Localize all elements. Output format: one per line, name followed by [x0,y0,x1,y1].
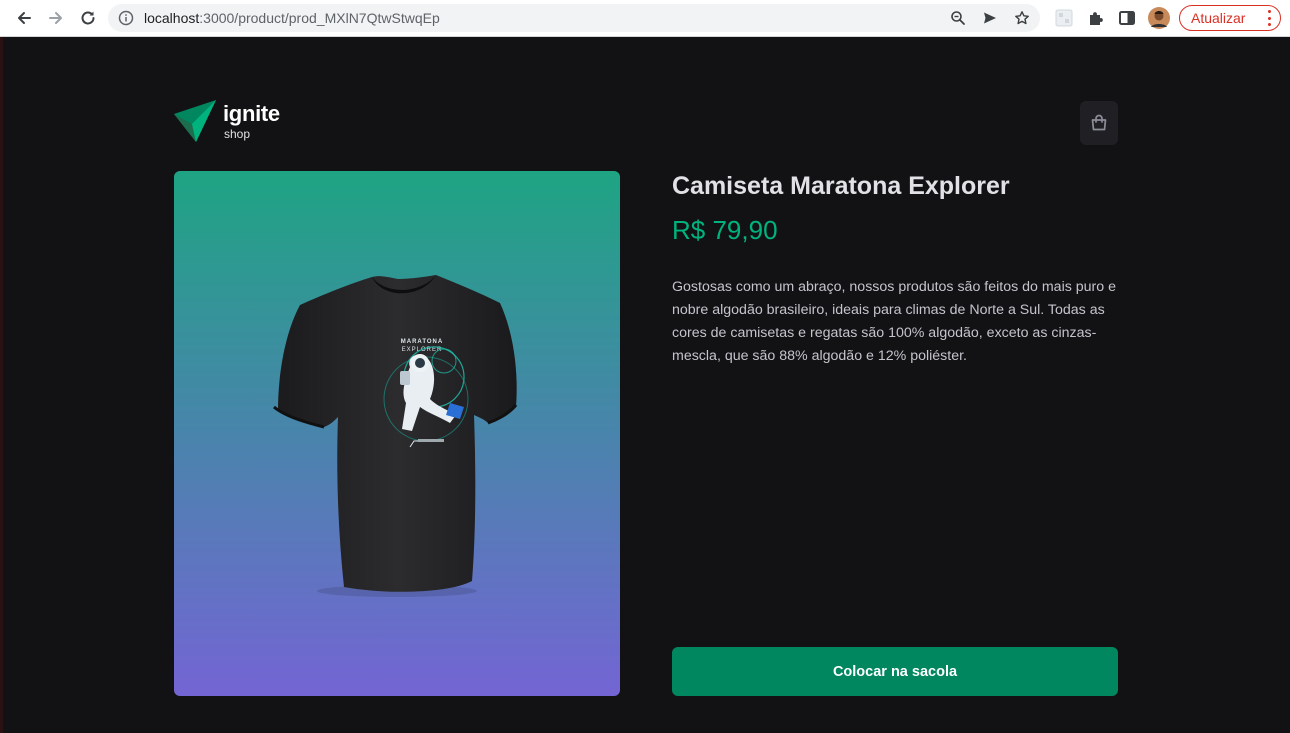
url-host: localhost [144,10,200,26]
logo-mark-icon [174,100,216,142]
logo-subtitle: shop [224,127,251,141]
more-vert-icon[interactable] [1268,10,1272,26]
info-icon[interactable] [116,8,136,28]
tshirt-image: MARATONA EXPLORER [273,275,518,597]
url-text[interactable]: localhost:3000/product/prod_MXlN7QtwStwq… [144,10,440,26]
back-icon[interactable] [12,6,36,30]
url-path: :3000/product/prod_MXlN7QtwStwqEp [199,10,440,26]
product-description: Gostosas como um abraço, nossos produtos… [672,279,1116,364]
cart-button[interactable] [1080,101,1118,145]
profile-avatar[interactable] [1148,7,1170,29]
logo[interactable]: ignite shop [174,100,294,142]
extension-tile-icon[interactable] [1054,8,1074,28]
product-image-container: MARATONA EXPLORER [174,171,620,696]
window-edge [0,37,3,733]
zoom-icon[interactable] [948,8,968,28]
send-icon[interactable] [980,8,1000,28]
logo-title: ignite [223,101,280,126]
update-label: Atualizar [1191,10,1246,26]
handbag-icon [1091,114,1107,131]
shirt-print-title: MARATONA [401,339,443,345]
browser-toolbar: localhost:3000/product/prod_MXlN7QtwStwq… [0,0,1290,37]
add-to-bag-button[interactable]: Colocar na sacola [672,647,1118,696]
forward-icon[interactable] [44,6,68,30]
reload-icon[interactable] [76,6,100,30]
update-button[interactable]: Atualizar [1179,5,1281,31]
sidepanel-icon[interactable] [1117,8,1137,28]
product-title: Camiseta Maratona Explorer [672,172,1010,200]
star-icon[interactable] [1012,8,1032,28]
puzzle-icon[interactable] [1086,8,1106,28]
product-price: R$ 79,90 [672,215,778,245]
address-bar[interactable]: localhost:3000/product/prod_MXlN7QtwStwq… [108,4,1040,32]
